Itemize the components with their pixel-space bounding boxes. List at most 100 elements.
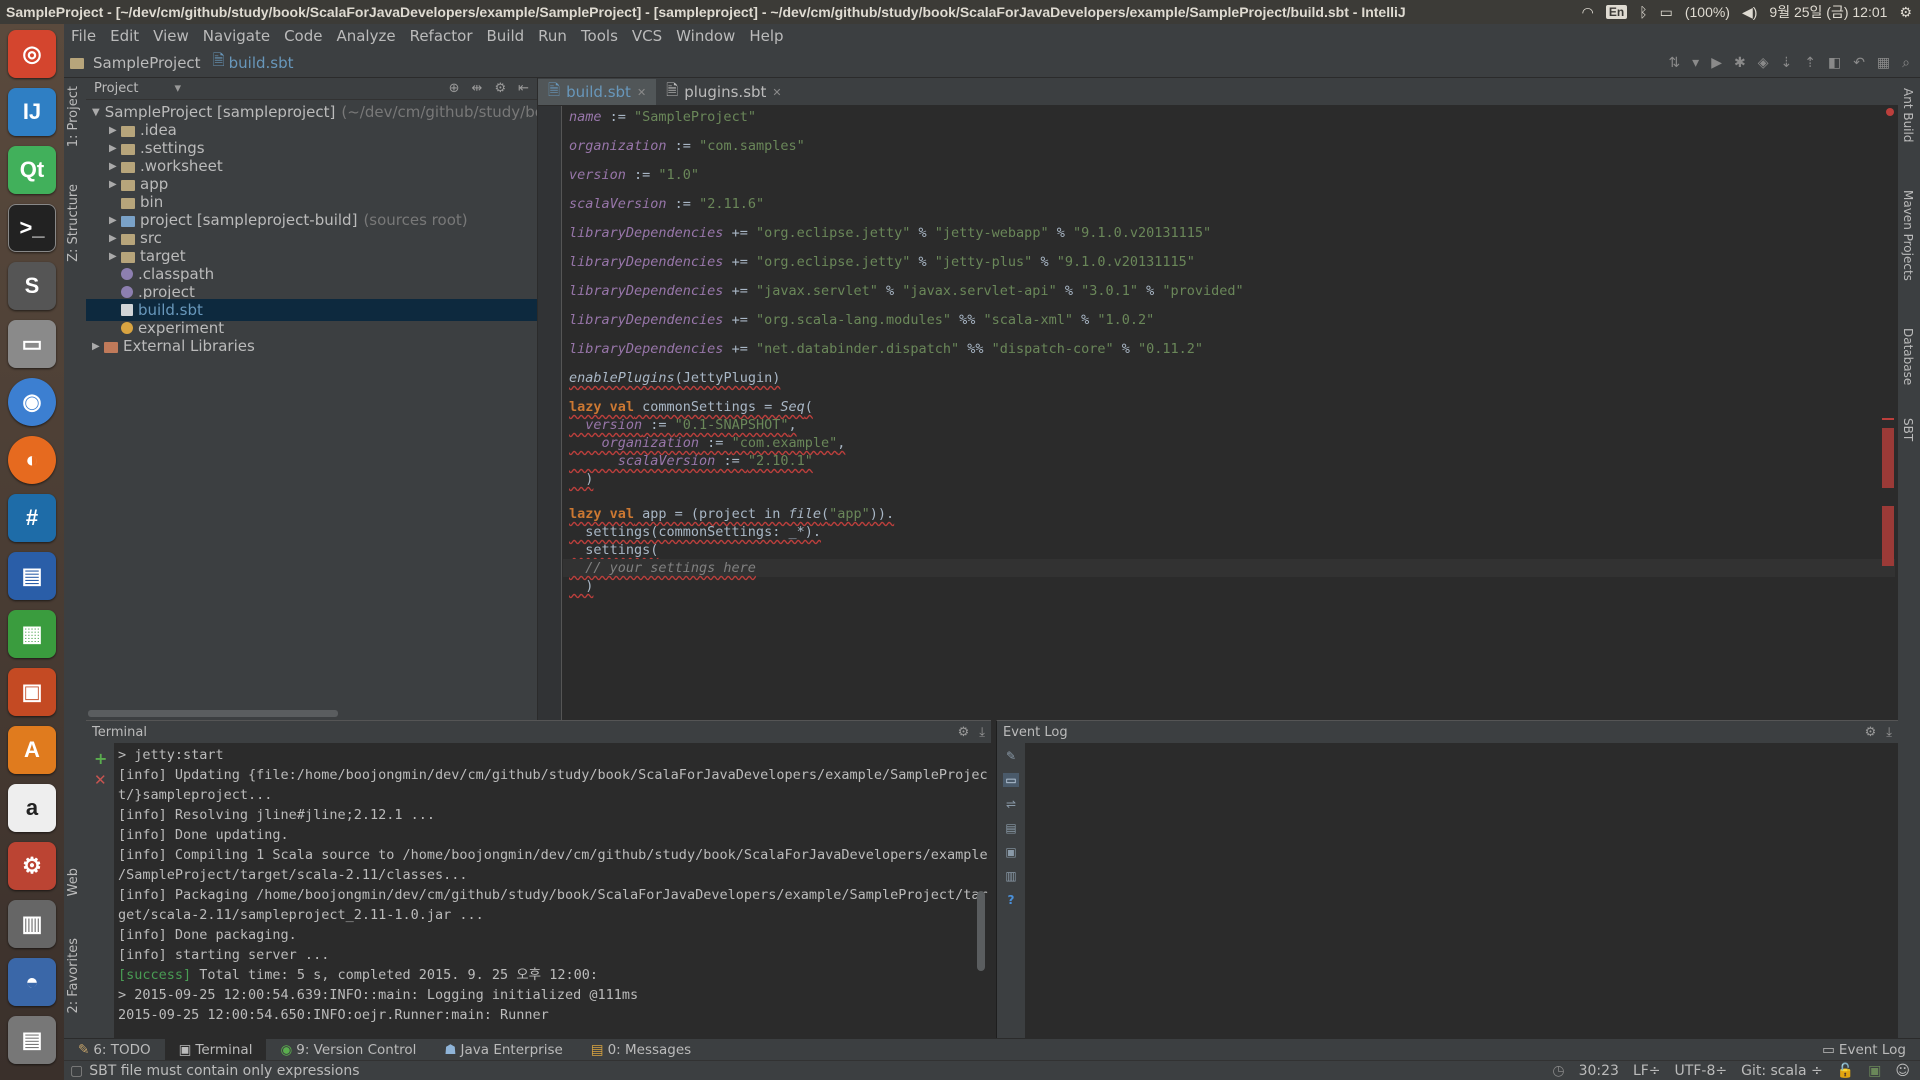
vcs-update-icon[interactable]: ⇣ [1780, 55, 1792, 71]
tab-event-log[interactable]: ▭ Event Log [1808, 1039, 1920, 1061]
collapsed-arrow-icon[interactable]: ▶ [109, 233, 121, 244]
menu-view[interactable]: View [146, 27, 196, 45]
file-manager-icon[interactable]: ▭ [8, 320, 56, 368]
settings-icon[interactable]: ⚙ [1865, 725, 1877, 740]
wifi-icon[interactable]: ◠ [1582, 4, 1594, 21]
close-icon[interactable]: ✕ [637, 86, 646, 99]
debug-icon[interactable]: ✱ [1734, 55, 1746, 71]
breadcrumb-project[interactable]: SampleProject [64, 54, 207, 72]
tab-web[interactable]: Web [66, 868, 81, 896]
hide-icon[interactable]: ⤓ [1886, 725, 1892, 740]
tab-ant-build[interactable]: Ant Build [1901, 88, 1915, 142]
close-icon[interactable]: ✕ [772, 86, 781, 99]
code-editor[interactable]: name := "SampleProject" organization := … [563, 106, 1896, 720]
tab-java-enterprise[interactable]: ☗ Java Enterprise [430, 1039, 576, 1061]
software-center-icon[interactable]: A [8, 726, 56, 774]
balloon-icon[interactable]: ▭ [1003, 773, 1019, 787]
writer-icon[interactable]: ▤ [8, 552, 56, 600]
status-message[interactable]: SBT file must contain only expressions [89, 1063, 359, 1079]
chevron-down-icon[interactable]: ▾ [174, 81, 181, 96]
menu-build[interactable]: Build [480, 27, 532, 45]
battery-icon[interactable]: ▭ [1660, 4, 1673, 21]
error-marker[interactable] [1882, 506, 1894, 566]
tab-project[interactable]: 1: Project [66, 86, 81, 147]
breadcrumb-file[interactable]: 🗎 build.sbt [207, 50, 300, 75]
expanded-arrow-icon[interactable]: ▼ [92, 107, 100, 118]
error-marker[interactable] [1882, 418, 1894, 420]
hide-icon[interactable]: ⤓ [979, 725, 985, 740]
settings-icon[interactable]: ⚙ [494, 81, 506, 96]
disk-icon[interactable]: ◓ [8, 958, 56, 1006]
collapsed-arrow-icon[interactable]: ▶ [92, 341, 104, 352]
menu-window[interactable]: Window [669, 27, 742, 45]
notifications-icon[interactable]: ☺ [1895, 1063, 1910, 1079]
menu-vcs[interactable]: VCS [625, 27, 669, 45]
locate-icon[interactable]: ⊕ [449, 81, 460, 96]
tab-version-control[interactable]: ◉ 9: Version Control [266, 1039, 430, 1061]
tab-maven-projects[interactable]: Maven Projects [1901, 190, 1915, 281]
coverage-icon[interactable]: ◈ [1758, 55, 1769, 71]
build-icon[interactable]: ⇅ [1668, 55, 1680, 71]
mark-read-icon[interactable]: ▣ [1003, 845, 1019, 859]
bluetooth-icon[interactable]: ᛒ [1639, 4, 1647, 20]
intellij-icon[interactable]: IJ [8, 88, 56, 136]
settings-gear-icon[interactable]: ⚙ [1899, 4, 1912, 21]
clock[interactable]: 9월 25일 (금) 12:01 [1769, 2, 1887, 22]
settings-icon[interactable]: ✎ [1003, 749, 1019, 763]
search-icon[interactable]: ⌕ [1902, 55, 1910, 71]
collapsed-arrow-icon[interactable]: ▶ [109, 179, 121, 190]
soft-wrap-icon[interactable]: ⇌ [1003, 797, 1019, 811]
chrome-icon[interactable]: ◉ [8, 378, 56, 426]
close-session-icon[interactable]: ✕ [94, 771, 107, 789]
menu-navigate[interactable]: Navigate [196, 27, 277, 45]
run-config-dropdown-icon[interactable]: ▾ [1692, 55, 1699, 71]
menu-edit[interactable]: Edit [103, 27, 146, 45]
lock-icon[interactable]: 🔓 [1837, 1063, 1854, 1079]
scroll-end-icon[interactable]: ▤ [1003, 821, 1019, 835]
inspection-icon[interactable]: ◷ [1552, 1063, 1564, 1079]
impress-icon[interactable]: ▣ [8, 668, 56, 716]
menu-refactor[interactable]: Refactor [403, 27, 480, 45]
collapsed-arrow-icon[interactable]: ▶ [109, 251, 121, 262]
menu-tools[interactable]: Tools [574, 27, 625, 45]
amazon-icon[interactable]: a [8, 784, 56, 832]
tab-plugins-sbt[interactable]: 🗎 plugins.sbt ✕ [656, 79, 791, 105]
new-session-icon[interactable]: + [94, 749, 107, 768]
run-icon[interactable]: ▶ [1711, 55, 1722, 71]
menu-file[interactable]: File [64, 27, 103, 45]
menu-help[interactable]: Help [742, 27, 790, 45]
tree-item[interactable]: ▶ External Libraries [86, 335, 537, 357]
horizontal-scrollbar[interactable] [88, 710, 338, 717]
collapsed-arrow-icon[interactable]: ▶ [109, 125, 121, 136]
sublime-text-icon[interactable]: S [8, 262, 56, 310]
tab-database[interactable]: Database [1901, 328, 1915, 385]
hide-panel-icon[interactable]: ⇤ [518, 81, 529, 96]
tool-windows-icon[interactable]: ▢ [70, 1063, 83, 1079]
terminal-app-icon[interactable]: >_ [8, 204, 56, 252]
menu-analyze[interactable]: Analyze [329, 27, 402, 45]
monodevelop-icon[interactable]: # [8, 494, 56, 542]
vcs-commit-icon[interactable]: ⇡ [1804, 55, 1816, 71]
project-view-selector[interactable]: Project [94, 81, 138, 96]
collapsed-arrow-icon[interactable]: ▶ [109, 215, 121, 226]
caret-position[interactable]: 30:23 [1579, 1063, 1619, 1079]
collapsed-arrow-icon[interactable]: ▶ [109, 161, 121, 172]
file-encoding[interactable]: UTF-8÷ [1675, 1063, 1728, 1079]
tab-favorites[interactable]: 2: Favorites [66, 938, 81, 1014]
menu-run[interactable]: Run [531, 27, 574, 45]
firefox-icon[interactable]: ◐ [8, 436, 56, 484]
memory-indicator-icon[interactable]: ▣ [1868, 1063, 1881, 1079]
tab-todo[interactable]: ✎ 6: TODO [64, 1039, 165, 1061]
error-marker[interactable] [1882, 428, 1894, 488]
vcs-compare-icon[interactable]: ◧ [1828, 55, 1841, 71]
system-settings-icon[interactable]: ⚙ [8, 842, 56, 890]
collapsed-arrow-icon[interactable]: ▶ [109, 143, 121, 154]
error-stripe[interactable] [1882, 106, 1896, 720]
help-icon[interactable]: ? [1003, 893, 1019, 907]
tab-build-sbt[interactable]: 🗎 build.sbt ✕ [538, 79, 657, 105]
tab-structure[interactable]: Z: Structure [66, 184, 81, 262]
trash-icon[interactable]: ▤ [8, 1016, 56, 1064]
project-structure-icon[interactable]: ▦ [1877, 55, 1890, 71]
trash-icon[interactable]: ▥ [1003, 869, 1019, 883]
settings-icon[interactable]: ⚙ [958, 725, 970, 740]
